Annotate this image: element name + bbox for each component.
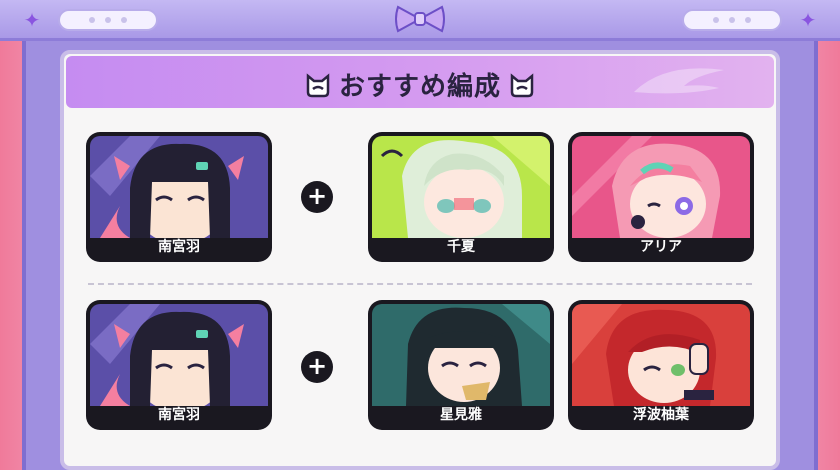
character-card-partner[interactable]: 星見雅 — [368, 300, 554, 430]
left-ornament-pill — [58, 9, 158, 31]
character-card-partner[interactable]: 浮波柚葉 — [568, 300, 754, 430]
cat-face-icon — [306, 72, 330, 97]
character-name: アリア — [640, 239, 682, 255]
character-portrait — [372, 304, 550, 406]
row-divider — [88, 283, 752, 285]
character-portrait — [372, 136, 550, 238]
top-bar: ✦ ✦ — [0, 0, 840, 41]
character-name: 南宮羽 — [158, 407, 200, 423]
character-card-partner[interactable]: アリア — [568, 132, 754, 262]
character-portrait — [90, 304, 268, 406]
character-card-leader[interactable]: 南宮羽 — [86, 300, 272, 430]
character-name: 千夏 — [447, 239, 475, 255]
plus-icon: + — [301, 181, 333, 213]
panel-title: おすすめ編成 — [66, 66, 774, 103]
character-name: 浮波柚葉 — [633, 407, 689, 423]
panel-header: おすすめ編成 — [66, 56, 774, 108]
character-portrait — [572, 304, 750, 406]
plus-icon: + — [301, 351, 333, 383]
panel-title-text: おすすめ編成 — [338, 72, 501, 102]
character-card-partner[interactable]: 千夏 — [368, 132, 554, 262]
character-name: 南宮羽 — [158, 239, 200, 255]
bow-icon — [395, 5, 445, 33]
character-portrait — [90, 136, 268, 238]
sparkle-icon: ✦ — [799, 8, 817, 32]
cat-face-icon — [510, 72, 534, 97]
character-portrait — [572, 136, 750, 238]
character-card-leader[interactable]: 南宮羽 — [86, 132, 272, 262]
character-name: 星見雅 — [440, 407, 482, 423]
sparkle-icon: ✦ — [23, 8, 41, 32]
right-ornament-pill — [682, 9, 782, 31]
